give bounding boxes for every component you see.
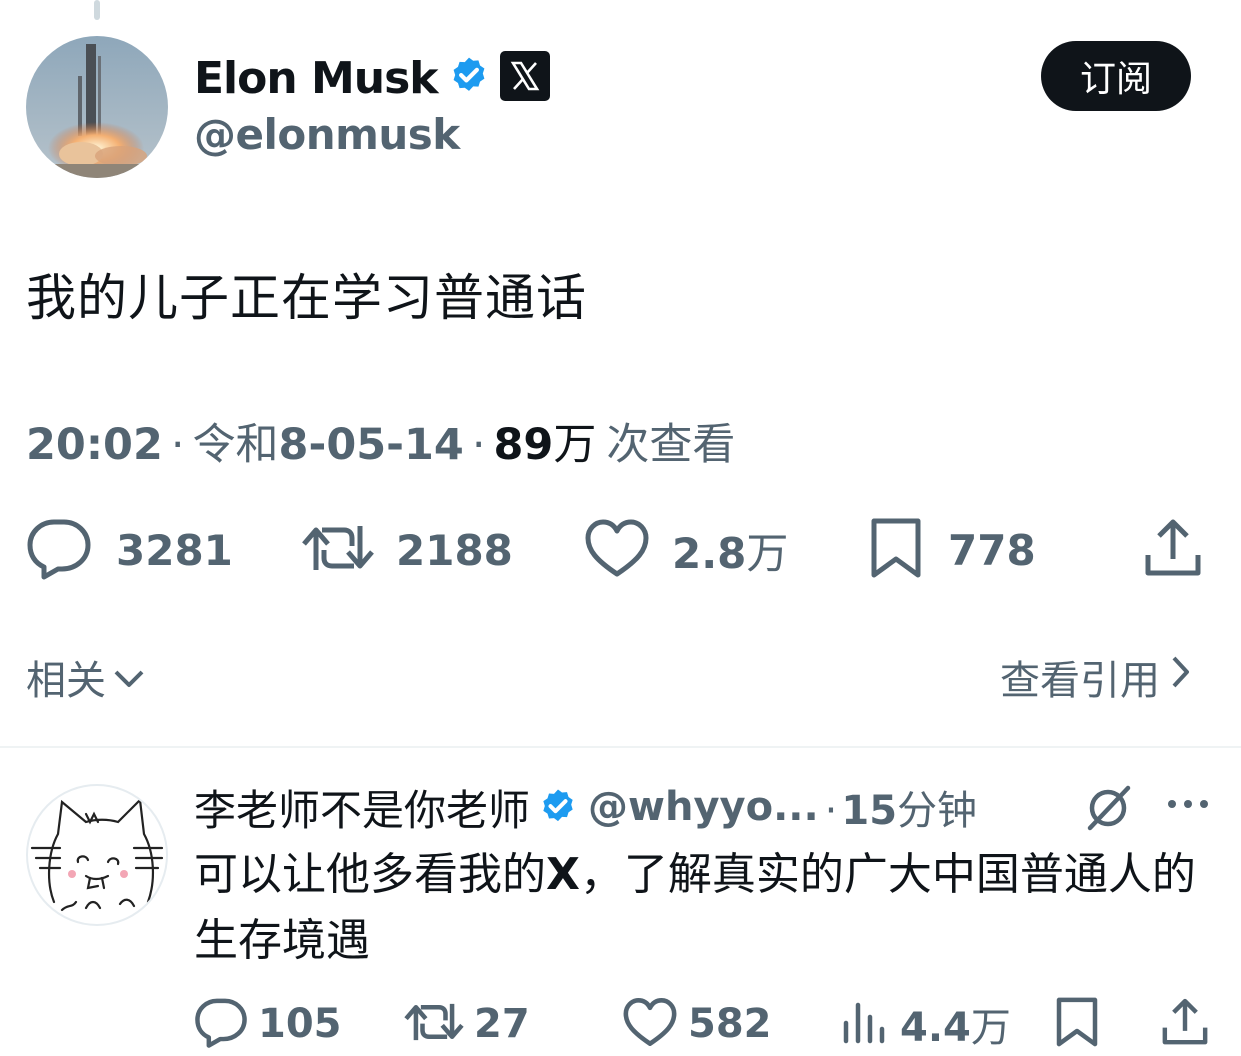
view-quotes-label: 查看引用 <box>1000 658 1160 704</box>
x-logo-icon <box>499 51 550 105</box>
reply-like-button[interactable]: 582 <box>622 992 772 1056</box>
bookmark-icon <box>868 515 924 585</box>
heart-icon <box>584 518 650 582</box>
reply-count: 3281 <box>116 525 233 575</box>
share-icon <box>1142 517 1204 583</box>
meta-separator: · <box>824 788 838 834</box>
reply-button[interactable]: 3281 <box>26 510 233 590</box>
tweet-action-bar: 3281 2188 2.8 万 778 <box>0 510 1241 590</box>
author-avatar[interactable] <box>26 36 168 178</box>
reply-header: 李老师不是你老师 @whyyo... · 15分钟 <box>194 778 977 836</box>
views-label: 次查看 <box>606 420 736 470</box>
heart-icon <box>622 997 678 1051</box>
verified-badge-icon <box>448 55 490 101</box>
bookmark-icon <box>1054 995 1100 1053</box>
retweet-icon <box>302 520 374 580</box>
author-handle[interactable]: @elonmusk <box>194 110 460 159</box>
reply-reply-count: 105 <box>258 1001 342 1047</box>
chevron-right-icon <box>1170 654 1192 700</box>
views-count: 89 <box>493 420 554 470</box>
reply-icon <box>194 996 248 1052</box>
author-name-row: Elon Musk <box>194 50 550 106</box>
reply-reply-button[interactable]: 105 <box>194 992 342 1056</box>
tweet-text: 我的儿子正在学习普通话 <box>26 269 587 327</box>
reply-time-number: 15 <box>841 788 898 834</box>
reply-like-count: 582 <box>688 1001 772 1047</box>
reply-time-unit: 分钟 <box>897 788 978 834</box>
retweet-button[interactable]: 2188 <box>302 510 513 590</box>
more-icon[interactable] <box>1166 796 1210 816</box>
reply-author-avatar[interactable] <box>26 784 168 926</box>
share-icon <box>1160 997 1210 1051</box>
meta-separator: · <box>170 420 185 470</box>
like-count: 2.8 <box>672 528 747 578</box>
reply-bookmark-button[interactable] <box>1054 992 1100 1056</box>
divider <box>0 746 1241 748</box>
reply-share-button[interactable] <box>1160 992 1210 1056</box>
reply-retweet-button[interactable]: 27 <box>404 992 530 1056</box>
reply-author-name[interactable]: 李老师不是你老师 <box>194 777 530 838</box>
meta-separator: · <box>471 420 486 470</box>
grok-icon[interactable] <box>1082 782 1134 838</box>
reply-icon <box>26 516 92 584</box>
reply-text: 可以让他多看我的X，了解真实的广大中国普通人的生存境遇 <box>194 842 1204 974</box>
reply-retweet-count: 27 <box>474 1001 530 1047</box>
reply-author-handle[interactable]: @whyyo... <box>588 784 819 830</box>
author-name[interactable]: Elon Musk <box>194 53 439 104</box>
like-button[interactable]: 2.8 万 <box>584 510 788 590</box>
reply-time[interactable]: · 15分钟 <box>825 778 977 836</box>
reply-text-bold: X <box>546 849 580 900</box>
reply-views-unit: 万 <box>970 1005 1011 1051</box>
subscribe-button[interactable]: 订阅 <box>1041 41 1191 111</box>
tweet-meta: 20:02 · 令和 8-05-14 · 89 万 次查看 <box>26 410 735 472</box>
reply-views-count: 4.4 <box>900 1005 971 1051</box>
reply-views-button[interactable]: 4.4 万 <box>840 992 1011 1056</box>
tweet-time[interactable]: 20:02 <box>26 420 163 470</box>
reply-text-part1: 可以让他多看我的 <box>194 849 546 900</box>
views-unit: 万 <box>553 420 597 470</box>
thread-connector-line <box>94 0 100 20</box>
reply-action-bar: 105 27 582 4.4 万 <box>0 992 1241 1056</box>
tweet-date[interactable]: 8-05-14 <box>279 420 464 470</box>
bookmark-button[interactable]: 778 <box>868 510 1036 590</box>
chevron-down-icon <box>112 654 146 700</box>
like-count-unit: 万 <box>746 528 789 578</box>
verified-badge-icon <box>538 787 578 827</box>
retweet-count: 2188 <box>396 525 513 575</box>
views-bar-icon <box>840 997 890 1051</box>
share-button[interactable] <box>1142 510 1204 590</box>
retweet-icon <box>404 999 464 1049</box>
related-dropdown[interactable]: 相关 <box>26 648 146 706</box>
view-quotes-link[interactable]: 查看引用 <box>1000 648 1192 706</box>
related-label: 相关 <box>26 658 106 704</box>
tweet-date-prefix[interactable]: 令和 <box>193 410 279 472</box>
bookmark-count: 778 <box>948 525 1036 575</box>
